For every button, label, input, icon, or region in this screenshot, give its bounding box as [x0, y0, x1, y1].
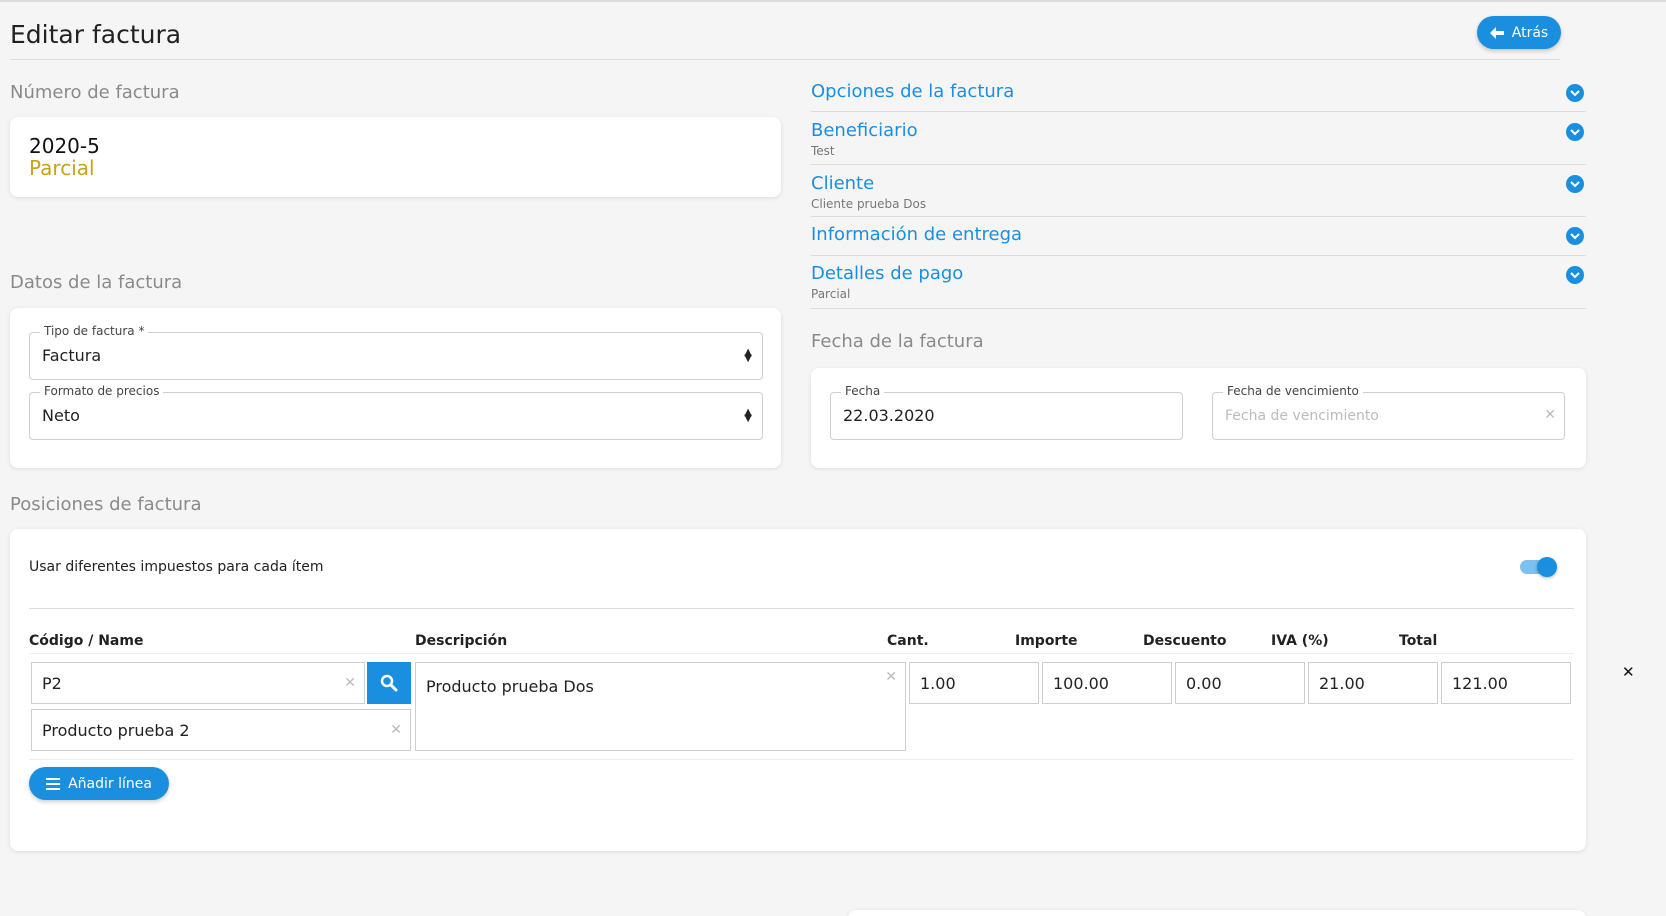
- table-header-divider: [29, 653, 1574, 654]
- back-button[interactable]: Atrás: [1477, 16, 1561, 49]
- price-format-label: Formato de precios: [40, 384, 164, 398]
- vat-input[interactable]: 21.00: [1308, 662, 1438, 704]
- add-line-label: Añadir línea: [68, 775, 152, 792]
- back-button-label: Atrás: [1511, 24, 1549, 41]
- menu-lines-icon: [46, 777, 61, 790]
- bottom-card: [848, 910, 1586, 916]
- chevron-down-icon[interactable]: [1566, 175, 1584, 193]
- positions-section-label: Posiciones de factura: [10, 494, 202, 515]
- toggle-knob: [1537, 557, 1557, 577]
- accordion-title[interactable]: Detalles de pago: [811, 263, 963, 284]
- discount-input[interactable]: 0.00: [1175, 662, 1305, 704]
- price-format-value: Neto: [42, 406, 80, 425]
- column-header-code: Código / Name: [29, 633, 144, 649]
- due-date-placeholder: Fecha de vencimiento: [1225, 408, 1379, 424]
- product-code-value: P2: [42, 673, 62, 693]
- tax-per-item-toggle[interactable]: [1520, 557, 1557, 577]
- product-search-button[interactable]: [367, 662, 411, 704]
- description-textarea[interactable]: Producto prueba Dos ✕: [415, 662, 906, 751]
- qty-input[interactable]: 1.00: [909, 662, 1039, 704]
- discount-value: 0.00: [1186, 673, 1222, 693]
- accordion-divider: [811, 255, 1586, 256]
- clear-icon[interactable]: ✕: [390, 722, 402, 738]
- total-input[interactable]: 121.00: [1441, 662, 1571, 704]
- total-value: 121.00: [1452, 673, 1508, 693]
- clear-icon[interactable]: ✕: [885, 669, 897, 685]
- accordion-subtitle: Test: [811, 144, 835, 158]
- clear-icon[interactable]: ✕: [1544, 407, 1556, 423]
- amount-value: 100.00: [1053, 673, 1109, 693]
- add-line-button[interactable]: Añadir línea: [29, 767, 169, 800]
- invoice-number-section-label: Número de factura: [10, 82, 180, 103]
- remove-row-icon[interactable]: ✕: [1622, 663, 1635, 681]
- accordion-divider: [811, 164, 1586, 165]
- accordion-title[interactable]: Información de entrega: [811, 224, 1022, 245]
- amount-input[interactable]: 100.00: [1042, 662, 1172, 704]
- invoice-type-select[interactable]: Tipo de factura * Factura ▲ ▼: [29, 324, 763, 380]
- product-name-value: Producto prueba 2: [42, 720, 190, 740]
- price-format-select[interactable]: Formato de precios Neto ▲ ▼: [29, 384, 763, 440]
- invoice-number-card: 2020-5 Parcial: [10, 117, 781, 197]
- search-icon: [380, 674, 398, 692]
- column-header-vat: IVA (%): [1271, 633, 1329, 649]
- accordion-title[interactable]: Beneficiario: [811, 120, 918, 141]
- due-date-field[interactable]: Fecha de vencimiento Fecha de vencimient…: [1212, 384, 1565, 440]
- invoice-date-card: Fecha 22.03.2020 Fecha de vencimiento Fe…: [811, 368, 1586, 468]
- accordion-divider: [811, 111, 1586, 112]
- accordion-title[interactable]: Opciones de la factura: [811, 81, 1014, 102]
- positions-card: Usar diferentes impuestos para cada ítem…: [10, 529, 1635, 851]
- invoice-type-label: Tipo de factura *: [40, 324, 149, 338]
- invoice-number: 2020-5: [29, 134, 100, 158]
- vat-value: 21.00: [1319, 673, 1365, 693]
- tax-per-item-label: Usar diferentes impuestos para cada ítem: [29, 559, 324, 575]
- column-header-qty: Cant.: [887, 633, 929, 649]
- qty-value: 1.00: [920, 673, 956, 693]
- product-code-input[interactable]: P2 ✕: [31, 662, 365, 704]
- invoice-status: Parcial: [29, 156, 95, 180]
- accordion-subtitle: Cliente prueba Dos: [811, 197, 927, 211]
- column-header-description: Descripción: [415, 633, 508, 649]
- chevron-down-icon[interactable]: [1566, 266, 1584, 284]
- column-header-amount: Importe: [1015, 633, 1078, 649]
- invoice-type-value: Factura: [42, 346, 102, 365]
- select-arrows-icon: ▲ ▼: [744, 407, 752, 424]
- invoice-date-label: Fecha: [841, 384, 885, 398]
- accordion-title[interactable]: Cliente: [811, 173, 874, 194]
- chevron-down-icon[interactable]: [1566, 84, 1584, 102]
- product-name-input[interactable]: Producto prueba 2 ✕: [31, 709, 411, 751]
- positions-divider: [29, 608, 1574, 609]
- arrow-left-icon: [1489, 26, 1504, 39]
- column-header-total: Total: [1399, 633, 1438, 649]
- header-divider: [10, 59, 1560, 60]
- invoice-data-section-label: Datos de la factura: [10, 272, 183, 293]
- accordion-divider: [811, 308, 1586, 309]
- page-title: Editar factura: [10, 20, 182, 49]
- select-arrows-icon: ▲ ▼: [744, 347, 752, 364]
- clear-icon[interactable]: ✕: [344, 675, 356, 691]
- chevron-down-icon[interactable]: [1566, 123, 1584, 141]
- description-value: Producto prueba Dos: [426, 677, 594, 696]
- invoice-date-value: 22.03.2020: [843, 406, 935, 425]
- row-divider: [29, 759, 1574, 760]
- invoice-date-section-label: Fecha de la factura: [811, 331, 984, 352]
- invoice-date-field[interactable]: Fecha 22.03.2020: [830, 384, 1183, 440]
- accordion-subtitle: Parcial: [811, 287, 851, 301]
- chevron-down-icon[interactable]: [1566, 227, 1584, 245]
- invoice-data-card: Tipo de factura * Factura ▲ ▼ Formato de …: [10, 308, 781, 468]
- accordion-divider: [811, 216, 1586, 217]
- due-date-label: Fecha de vencimiento: [1223, 384, 1363, 398]
- column-header-discount: Descuento: [1143, 633, 1227, 649]
